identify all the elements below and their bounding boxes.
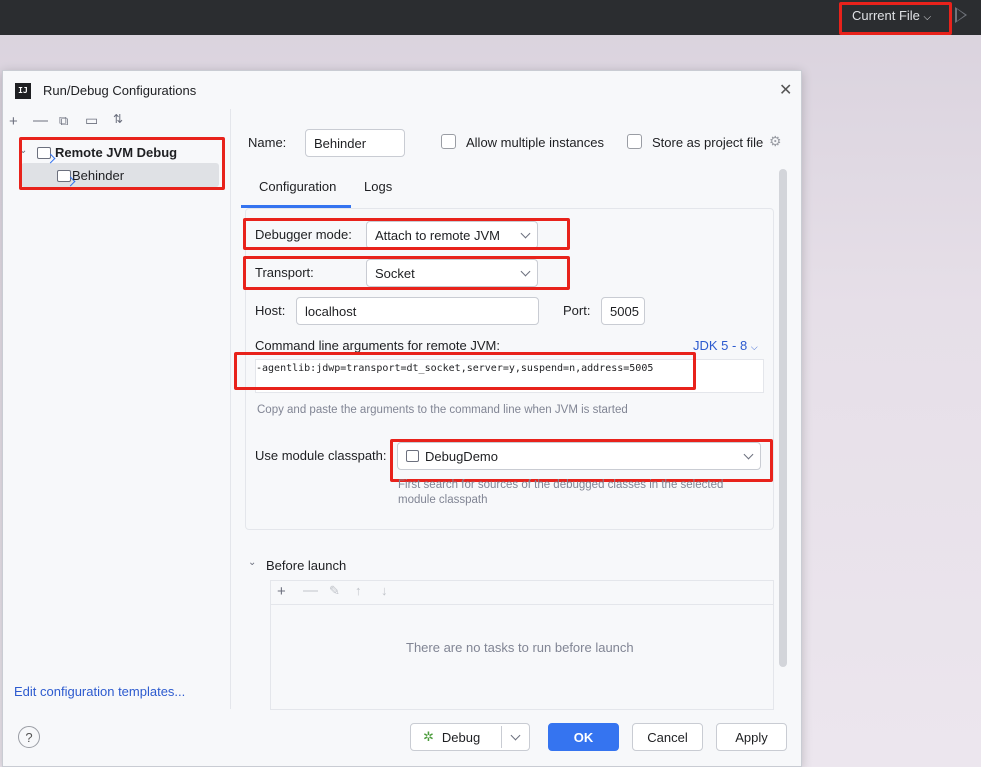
store-project-checkbox[interactable] <box>627 134 642 149</box>
bug-icon: ✲ <box>423 729 434 744</box>
copy-icon[interactable]: ⧉ <box>59 113 68 129</box>
before-launch-title[interactable]: Before launch <box>266 558 346 573</box>
scrollbar[interactable] <box>779 169 787 667</box>
highlight-box <box>243 256 570 290</box>
add-icon[interactable]: + <box>277 583 286 600</box>
move-up-icon[interactable]: ↑ <box>355 583 362 598</box>
ide-toolbar: Current File ⌵ <box>0 0 981 35</box>
cmd-args-label: Command line arguments for remote JVM: <box>255 338 500 353</box>
run-debug-dialog: IJ Run/Debug Configurations ✕ + — ⧉ ▭ ⇅ … <box>2 70 802 767</box>
add-icon[interactable]: + <box>9 113 18 130</box>
split-divider <box>501 726 502 748</box>
gear-icon[interactable]: ⚙ <box>769 133 782 150</box>
ok-button[interactable]: OK <box>548 723 619 751</box>
host-label: Host: <box>255 303 286 318</box>
highlight-box <box>19 137 225 190</box>
no-tasks-message: There are no tasks to run before launch <box>406 640 634 655</box>
highlight-box <box>839 2 952 35</box>
store-project-label: Store as project file <box>652 135 764 150</box>
highlight-box <box>243 218 570 250</box>
tab-logs[interactable]: Logs <box>364 179 392 194</box>
config-tree-pane: + — ⧉ ▭ ⇅ <box>3 109 231 709</box>
allow-multiple-checkbox[interactable] <box>441 134 456 149</box>
cmd-args-hint: Copy and paste the arguments to the comm… <box>257 404 628 416</box>
tab-configuration[interactable]: Configuration <box>259 179 336 194</box>
sort-icon[interactable]: ⇅ <box>113 112 123 126</box>
module-classpath-label: Use module classpath: <box>255 448 387 463</box>
allow-multiple-label: Allow multiple instances <box>466 135 605 150</box>
before-launch-toolbar: + — ✎ ↑ ↓ <box>271 581 773 605</box>
new-folder-icon[interactable]: ▭ <box>85 112 98 129</box>
remove-icon[interactable]: — <box>33 112 48 129</box>
jdk-version-selector[interactable]: JDK 5 - 8 ⌵ <box>693 338 758 353</box>
remove-icon[interactable]: — <box>303 582 318 599</box>
dialog-title: Run/Debug Configurations <box>43 83 197 98</box>
highlight-box <box>234 352 696 390</box>
host-field[interactable]: localhost <box>296 297 539 325</box>
debug-label: Debug <box>441 729 481 745</box>
port-label: Port: <box>563 303 591 318</box>
module-hint-line1: First search for sources of the debugged… <box>398 479 724 491</box>
help-button[interactable]: ? <box>18 726 40 748</box>
move-down-icon[interactable]: ↓ <box>381 583 388 598</box>
edit-icon[interactable]: ✎ <box>329 583 340 599</box>
chevron-down-icon[interactable]: ⌄ <box>248 557 256 568</box>
cancel-button[interactable]: Cancel <box>632 723 703 751</box>
name-field[interactable]: Behinder <box>305 129 405 157</box>
run-icon[interactable] <box>955 7 967 23</box>
name-label: Name: <box>248 135 287 150</box>
edit-templates-link[interactable]: Edit configuration templates... <box>14 684 185 699</box>
apply-button[interactable]: Apply <box>716 723 787 751</box>
module-hint-line2: module classpath <box>398 494 488 506</box>
intellij-logo-icon: IJ <box>15 83 31 99</box>
highlight-box <box>390 439 773 482</box>
port-field[interactable]: 5005 <box>601 297 645 325</box>
close-icon[interactable]: ✕ <box>779 80 792 100</box>
